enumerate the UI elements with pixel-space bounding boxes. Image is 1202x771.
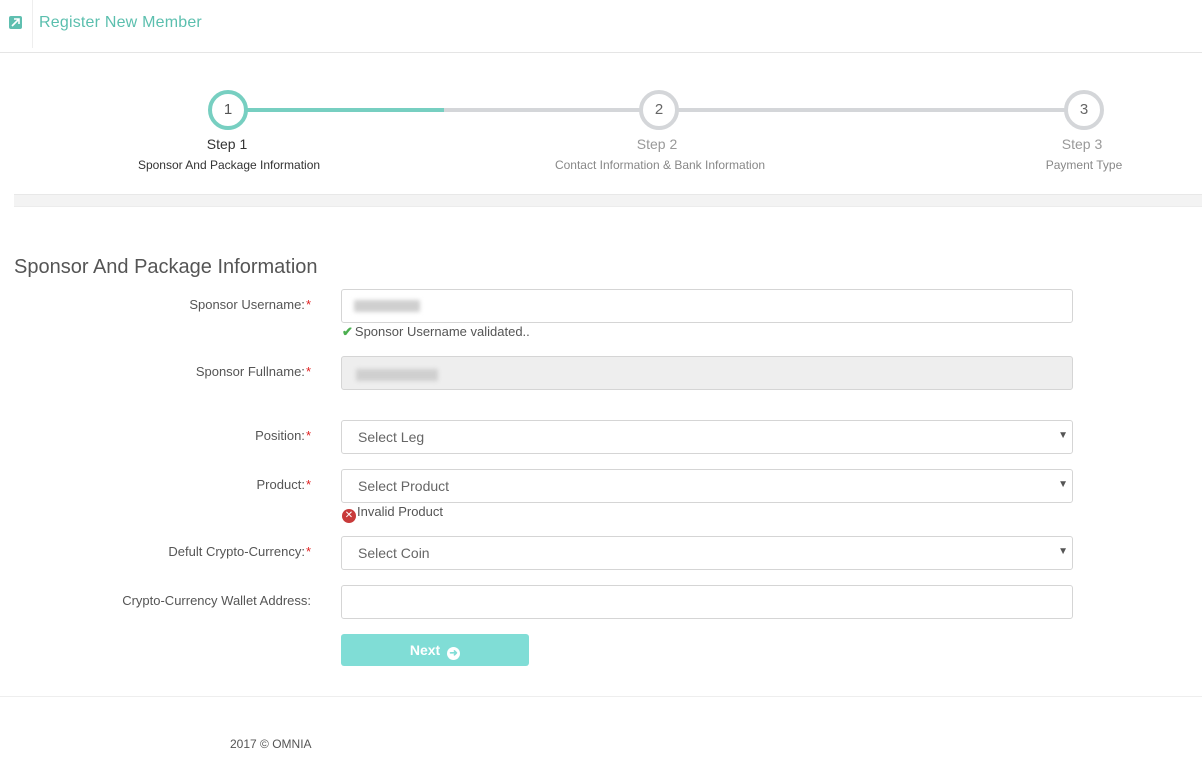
progress-strip	[14, 194, 1202, 207]
coin-label: Defult Crypto-Currency:*	[168, 544, 311, 559]
wizard-track-complete	[244, 108, 444, 112]
required-mark: *	[305, 544, 311, 559]
sponsor-username-label: Sponsor Username:*	[189, 297, 311, 312]
position-label: Position:*	[255, 428, 311, 443]
required-mark: *	[305, 428, 311, 443]
sponsor-username-validation: ✔ Sponsor Username validated..	[342, 324, 530, 339]
step-2-subtitle: Contact Information & Bank Information	[554, 158, 766, 172]
required-mark: *	[305, 364, 311, 379]
sponsor-fullname-label: Sponsor Fullname:*	[195, 364, 311, 379]
footer-copyright: 2017 © OMNIA	[230, 737, 312, 751]
step-3-title: Step 3	[1061, 136, 1103, 152]
step-1-circle[interactable]: 1	[208, 90, 248, 130]
header-icon-box	[0, 0, 33, 48]
chevron-down-icon: ▼	[1058, 479, 1068, 490]
required-mark: *	[305, 477, 311, 492]
position-select-value: Select Leg	[358, 429, 425, 445]
step-1-title: Step 1	[206, 136, 248, 152]
wizard-track-pending-2	[675, 108, 1068, 112]
chevron-down-icon: ▼	[1058, 546, 1068, 557]
wallet-address-input[interactable]	[341, 585, 1073, 619]
product-select-value: Select Product	[358, 478, 450, 494]
position-select[interactable]: Select Leg ▼	[341, 420, 1073, 454]
sponsor-fullname-input	[341, 356, 1073, 390]
sponsor-username-input[interactable]	[341, 289, 1073, 323]
step-2-circle[interactable]: 2	[639, 90, 679, 130]
step-3-subtitle: Payment Type	[1045, 158, 1123, 172]
arrow-right-circle-icon: ➜	[447, 647, 461, 660]
arrow-icon	[11, 18, 20, 27]
page-title: Register New Member	[39, 14, 202, 31]
step-3-circle[interactable]: 3	[1064, 90, 1104, 130]
product-select[interactable]: Select Product ▼	[341, 469, 1073, 503]
check-icon: ✔	[342, 324, 353, 339]
step-2-title: Step 2	[636, 136, 678, 152]
coin-select-value: Select Coin	[358, 545, 430, 561]
product-label: Product:*	[256, 477, 311, 492]
error-icon: ✕	[342, 509, 356, 523]
step-wizard	[0, 52, 1202, 202]
wizard-track-pending-1	[444, 108, 644, 112]
footer-divider	[0, 696, 1202, 697]
section-title: Sponsor And Package Information	[14, 256, 318, 278]
product-error: ✕ Invalid Product	[342, 504, 443, 523]
wallet-address-label: Crypto-Currency Wallet Address:	[122, 593, 311, 608]
redacted-value	[354, 300, 420, 312]
chevron-down-icon: ▼	[1058, 430, 1068, 441]
top-header: Register New Member	[0, 0, 1202, 53]
next-button[interactable]: Next ➜	[341, 634, 529, 666]
coin-select[interactable]: Select Coin ▼	[341, 536, 1073, 570]
redacted-value	[356, 369, 438, 381]
required-mark: *	[305, 297, 311, 312]
step-1-subtitle: Sponsor And Package Information	[137, 158, 321, 172]
